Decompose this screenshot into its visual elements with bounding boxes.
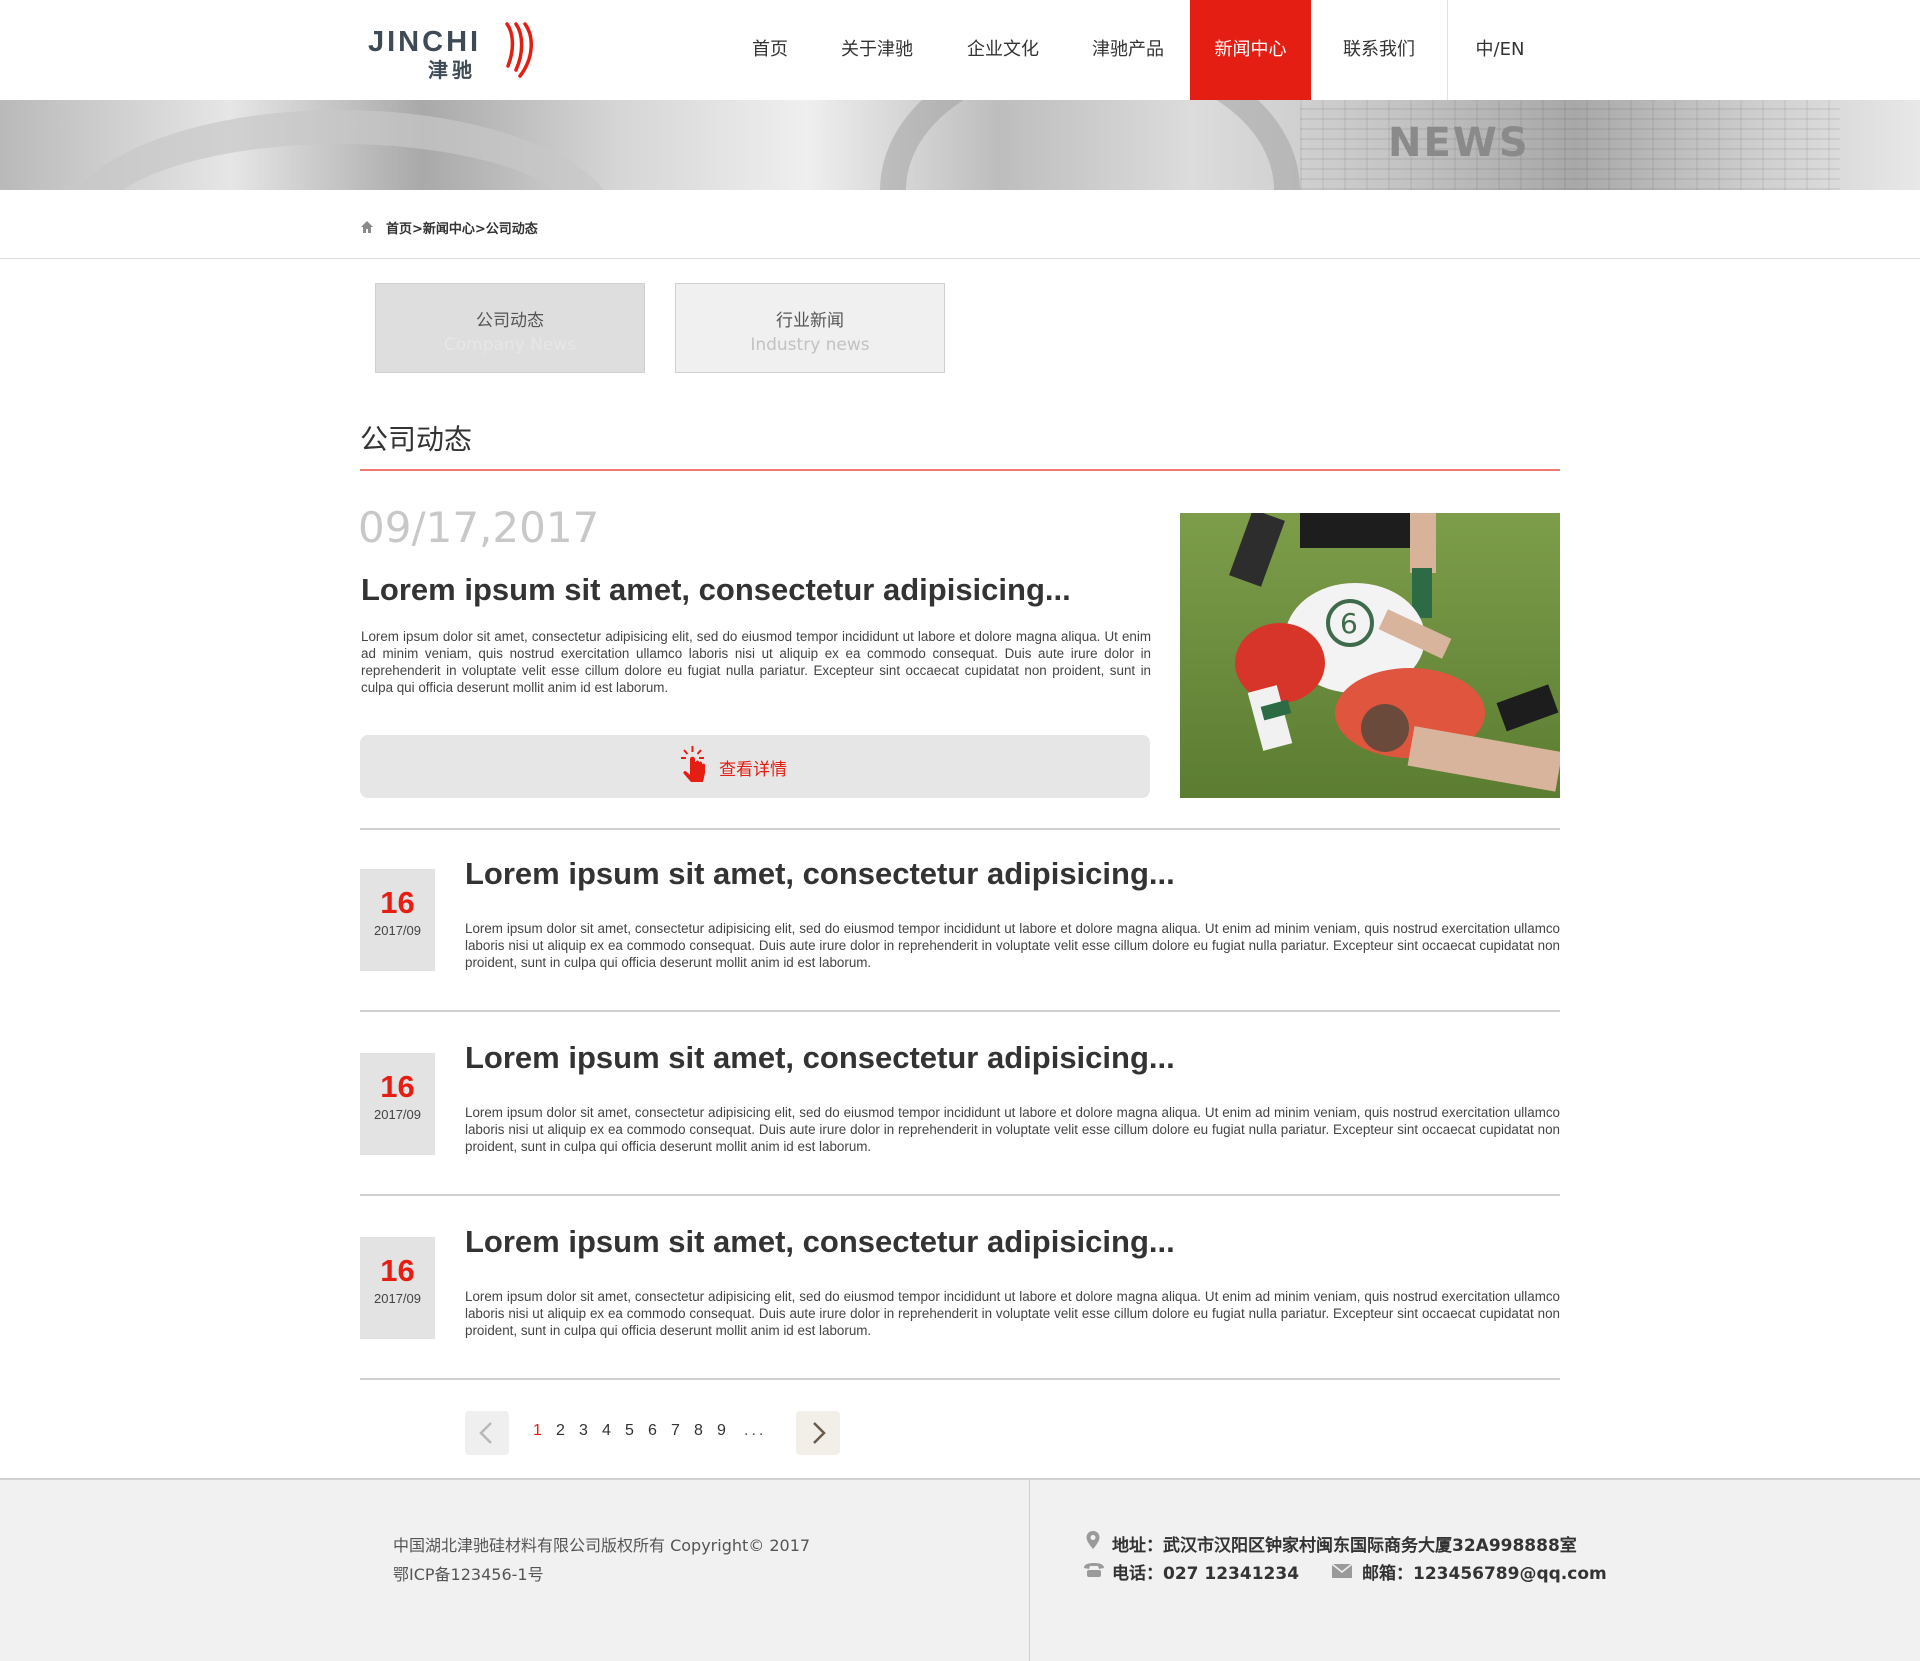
hand-pointer-icon xyxy=(681,746,705,782)
pagination-ellipsis: ... xyxy=(744,1422,767,1439)
page-number[interactable]: 2 xyxy=(556,1422,579,1440)
news-excerpt: Lorem ipsum dolor sit amet, consectetur … xyxy=(465,1289,1560,1338)
nav-item-home[interactable]: 首页 xyxy=(740,0,800,100)
next-page-button[interactable] xyxy=(796,1411,840,1455)
date-year-month: 2017/09 xyxy=(374,1107,421,1122)
news-excerpt: Lorem ipsum dolor sit amet, consectetur … xyxy=(465,921,1560,970)
page-numbers: 1 2 3 4 5 6 7 8 9... xyxy=(533,1422,766,1440)
nav-item-contact[interactable]: 联系我们 xyxy=(1333,0,1425,100)
view-details-button[interactable]: 查看详情 xyxy=(360,735,1150,798)
news-title[interactable]: Lorem ipsum sit amet, consectetur adipis… xyxy=(465,856,1175,892)
banner-arch-shape xyxy=(60,110,620,190)
section-title-underline xyxy=(360,469,1560,471)
footer-address: 地址：武汉市汉阳区钟家村闽东国际商务大厦32A998888室 xyxy=(1112,1536,1577,1556)
banner-title: NEWS xyxy=(1388,120,1530,166)
chevron-right-icon xyxy=(813,1422,826,1444)
page-number[interactable]: 5 xyxy=(625,1422,648,1440)
tab-industry-news[interactable]: 行业新闻 Industry news xyxy=(675,283,945,373)
nav-divider xyxy=(1447,0,1448,100)
date-badge: 16 2017/09 xyxy=(360,1053,435,1155)
date-year-month: 2017/09 xyxy=(374,1291,421,1306)
prev-page-button[interactable] xyxy=(465,1411,509,1455)
logo[interactable]: JINCHI 津驰 xyxy=(368,22,548,82)
page-number[interactable]: 9 xyxy=(717,1422,740,1440)
news-title[interactable]: Lorem ipsum sit amet, consectetur adipis… xyxy=(465,1040,1175,1076)
page-number[interactable]: 6 xyxy=(648,1422,671,1440)
footer-icp[interactable]: 鄂ICP备123456-1号 xyxy=(393,1561,544,1585)
banner-brick-texture xyxy=(1300,100,1840,190)
tab-label-cn: 公司动态 xyxy=(476,311,544,331)
location-pin-icon xyxy=(1086,1531,1100,1549)
logo-text-cn: 津驰 xyxy=(428,58,476,82)
date-year-month: 2017/09 xyxy=(374,923,421,938)
banner-arch-shape xyxy=(880,100,1300,190)
footer-phone[interactable]: 电话：027 12341234 xyxy=(1112,1559,1299,1584)
featured-title[interactable]: Lorem ipsum sit amet, consectetur adipis… xyxy=(361,572,1071,608)
logo-mark-icon xyxy=(505,22,533,78)
pagination: 1 2 3 4 5 6 7 8 9... xyxy=(465,1411,865,1455)
site-header: JINCHI 津驰 首页 关于津驰 企业文化 津驰产品 新闻中心 联系我们 中/… xyxy=(0,0,1920,100)
site-footer: 中国湖北津驰硅材料有限公司版权所有 Copyright© 2017 鄂ICP备1… xyxy=(0,1478,1920,1661)
news-divider xyxy=(360,1378,1560,1380)
footer-email[interactable]: 邮箱：123456789@qq.com xyxy=(1362,1559,1607,1584)
news-list-item[interactable]: 16 2017/09 Lorem ipsum sit amet, consect… xyxy=(360,828,1560,1012)
home-icon[interactable] xyxy=(360,220,374,234)
date-badge: 16 2017/09 xyxy=(360,1237,435,1339)
news-excerpt: Lorem ipsum dolor sit amet, consectetur … xyxy=(465,1105,1560,1154)
nav-item-news[interactable]: 新闻中心 xyxy=(1190,0,1311,100)
date-badge: 16 2017/09 xyxy=(360,869,435,971)
page-number[interactable]: 3 xyxy=(579,1422,602,1440)
page-number[interactable]: 1 xyxy=(533,1422,556,1440)
featured-date: 09/17,2017 xyxy=(358,503,600,552)
breadcrumb-divider xyxy=(0,258,1920,259)
news-list-item[interactable]: 16 2017/09 Lorem ipsum sit amet, consect… xyxy=(360,1012,1560,1196)
phone-icon xyxy=(1084,1563,1104,1577)
tab-label-cn: 行业新闻 xyxy=(776,311,844,331)
date-day: 16 xyxy=(380,885,415,920)
email-icon xyxy=(1332,1564,1352,1578)
section-title: 公司动态 xyxy=(360,423,473,456)
featured-image[interactable]: 6 xyxy=(1180,513,1560,798)
nav-item-about[interactable]: 关于津驰 xyxy=(832,0,922,100)
footer-divider xyxy=(1029,1480,1030,1661)
page-number[interactable]: 8 xyxy=(694,1422,717,1440)
news-title[interactable]: Lorem ipsum sit amet, consectetur adipis… xyxy=(465,1224,1175,1260)
tab-label-en: Company News xyxy=(443,335,577,355)
svg-text:6: 6 xyxy=(1340,607,1358,640)
rugby-players-photo: 6 xyxy=(1180,513,1560,798)
view-details-label: 查看详情 xyxy=(719,760,787,780)
date-day: 16 xyxy=(380,1069,415,1104)
page-number[interactable]: 4 xyxy=(602,1422,625,1440)
nav-item-products[interactable]: 津驰产品 xyxy=(1083,0,1173,100)
language-switch[interactable]: 中/EN xyxy=(1465,0,1535,100)
news-list-item[interactable]: 16 2017/09 Lorem ipsum sit amet, consect… xyxy=(360,1196,1560,1380)
nav-item-culture[interactable]: 企业文化 xyxy=(958,0,1048,100)
footer-copyright: 中国湖北津驰硅材料有限公司版权所有 Copyright© 2017 xyxy=(393,1536,811,1555)
featured-excerpt: Lorem ipsum dolor sit amet, consectetur … xyxy=(361,629,1151,695)
page-banner xyxy=(0,100,1920,190)
page-number[interactable]: 7 xyxy=(671,1422,694,1440)
date-day: 16 xyxy=(380,1253,415,1288)
tab-company-news[interactable]: 公司动态 Company News xyxy=(375,283,645,373)
chevron-left-icon xyxy=(479,1422,492,1444)
breadcrumb-trail[interactable]: 首页>新闻中心>公司动态 xyxy=(386,218,538,237)
tab-label-en: Industry news xyxy=(750,335,870,355)
